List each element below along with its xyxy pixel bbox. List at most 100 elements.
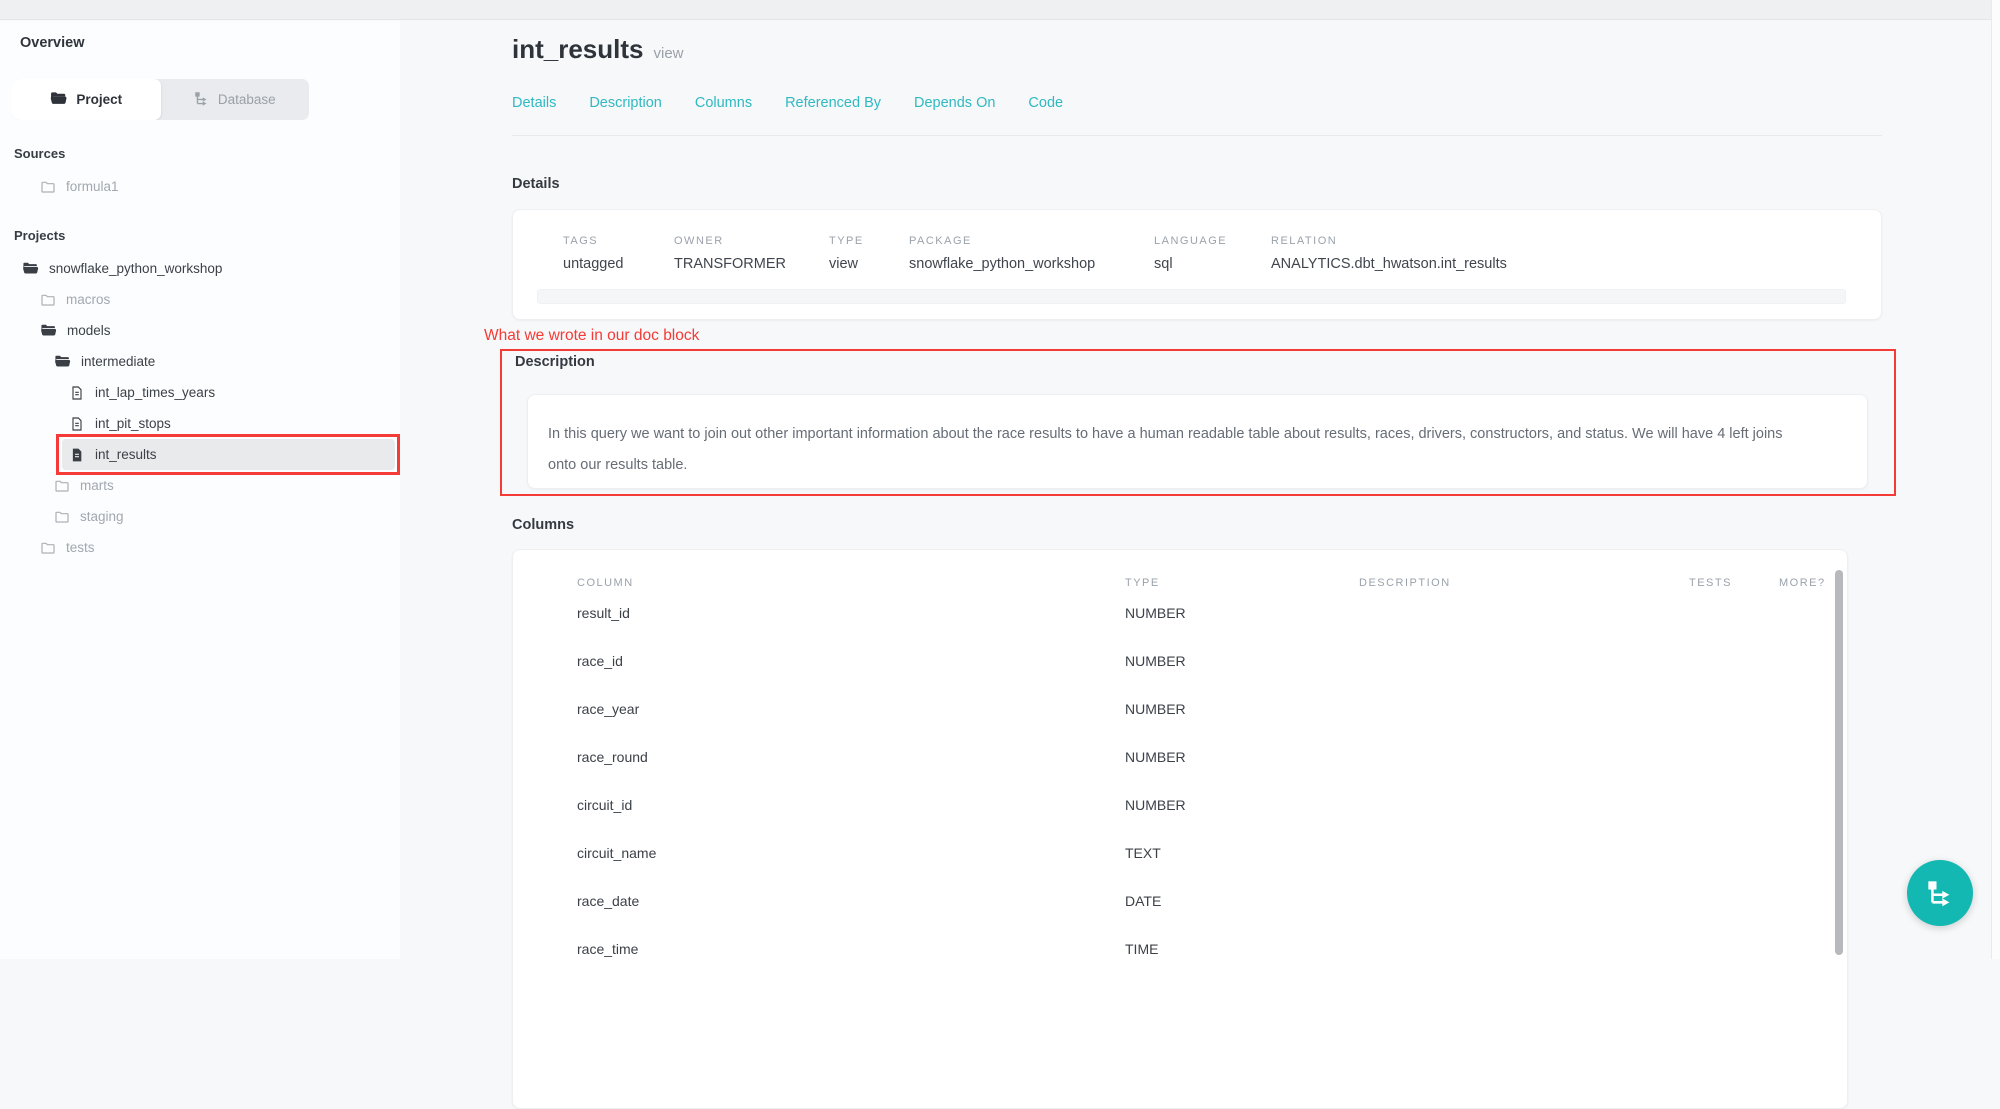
tree-item-label: int_lap_times_years: [95, 385, 215, 400]
nav-columns[interactable]: Columns: [695, 95, 752, 111]
folder-closed-icon: [40, 292, 56, 308]
field-label: PACKAGE: [909, 235, 1154, 247]
field-value: TRANSFORMER: [674, 256, 829, 272]
col-header-tests: TESTS: [1689, 577, 1779, 589]
col-header-column: COLUMN: [577, 577, 1125, 589]
field-value: snowflake_python_workshop: [909, 256, 1154, 272]
tree-item-label: marts: [80, 478, 114, 493]
page-title: int_results: [512, 34, 644, 65]
table-row[interactable]: race_round NUMBER: [513, 733, 1847, 781]
field-value: sql: [1154, 256, 1271, 272]
sidebar-item-marts[interactable]: marts: [12, 470, 388, 501]
nav-code[interactable]: Code: [1028, 95, 1063, 111]
col-header-description: DESCRIPTION: [1359, 577, 1689, 589]
column-type: TIME: [1125, 941, 1359, 957]
tab-project-label: Project: [76, 92, 122, 107]
sidebar-item-int_lap_times_years[interactable]: int_lap_times_years: [12, 377, 388, 408]
tree-item-label: macros: [66, 292, 110, 307]
sidebar-item-int_pit_stops[interactable]: int_pit_stops: [12, 408, 388, 439]
lineage-graph-button[interactable]: [1907, 860, 1973, 926]
tree-item-label: staging: [80, 509, 124, 524]
column-name: circuit_id: [577, 797, 1125, 813]
table-row[interactable]: result_id NUMBER: [513, 589, 1847, 637]
sidebar-item-macros[interactable]: macros: [12, 284, 388, 315]
tree-item-label: int_pit_stops: [95, 416, 171, 431]
top-band: [0, 0, 2000, 20]
description-card: In this query we want to join out other …: [527, 394, 1868, 489]
field-label: LANGUAGE: [1154, 235, 1271, 247]
table-row[interactable]: race_id NUMBER: [513, 637, 1847, 685]
sidebar: Overview Project Database Sources formul…: [0, 21, 400, 959]
columns-card: COLUMN TYPE DESCRIPTION TESTS MORE? resu…: [512, 549, 1848, 1109]
sidebar-view-toggle: Project Database: [12, 79, 309, 120]
nav-depends-on[interactable]: Depends On: [914, 95, 995, 111]
tab-database-label: Database: [218, 92, 276, 107]
section-nav: Details Description Columns Referenced B…: [512, 95, 1882, 136]
sidebar-item-int_results[interactable]: int_results: [62, 439, 395, 470]
folder-open-icon: [22, 260, 39, 277]
column-type: NUMBER: [1125, 653, 1359, 669]
folder-open-icon: [54, 353, 71, 370]
materialization-badge: view: [654, 45, 684, 62]
folder-open-icon: [50, 90, 67, 110]
tab-database[interactable]: Database: [161, 79, 310, 120]
annotation-box-description: Description In this query we want to joi…: [500, 349, 1896, 496]
field-label: RELATION: [1271, 235, 1881, 247]
document-icon: [69, 385, 85, 401]
tree-item-label: intermediate: [81, 354, 155, 369]
annotation-text: What we wrote in our doc block: [484, 327, 2000, 345]
field-value: untagged: [563, 256, 674, 272]
column-name: race_id: [577, 653, 1125, 669]
tree-item-label: models: [67, 323, 111, 338]
document-icon: [69, 416, 85, 432]
description-heading: Description: [515, 354, 1894, 370]
field-label: TAGS: [563, 235, 674, 247]
column-name: race_year: [577, 701, 1125, 717]
folder-closed-icon: [40, 540, 56, 556]
lineage-tree-icon: [1926, 879, 1954, 907]
nav-referenced-by[interactable]: Referenced By: [785, 95, 881, 111]
sidebar-item-tests[interactable]: tests: [12, 532, 388, 563]
field-value: ANALYTICS.dbt_hwatson.int_results: [1271, 256, 1881, 272]
sidebar-item-models[interactable]: models: [12, 315, 388, 346]
column-type: NUMBER: [1125, 797, 1359, 813]
column-type: NUMBER: [1125, 701, 1359, 717]
document-filled-icon: [69, 447, 85, 463]
column-type: NUMBER: [1125, 749, 1359, 765]
nav-description[interactable]: Description: [589, 95, 662, 111]
column-name: race_date: [577, 893, 1125, 909]
column-name: result_id: [577, 605, 1125, 621]
overview-heading: Overview: [12, 35, 388, 51]
table-row[interactable]: race_year NUMBER: [513, 685, 1847, 733]
sidebar-item-staging[interactable]: staging: [12, 501, 388, 532]
sources-heading: Sources: [14, 146, 388, 161]
table-row[interactable]: race_time TIME: [513, 925, 1847, 973]
folder-closed-icon: [54, 478, 70, 494]
tree-item-label: int_results: [95, 447, 157, 462]
column-type: DATE: [1125, 893, 1359, 909]
table-scrollbar[interactable]: [1835, 570, 1843, 955]
tree-item-label: snowflake_python_workshop: [49, 261, 222, 276]
field-value: view: [829, 256, 909, 272]
details-collapsed-bar: [537, 289, 1846, 304]
column-name: circuit_name: [577, 845, 1125, 861]
description-body: In this query we want to join out other …: [548, 419, 1807, 481]
sidebar-item-intermediate[interactable]: intermediate: [12, 346, 388, 377]
nav-details[interactable]: Details: [512, 95, 556, 111]
sidebar-item-snowflake_python_workshop[interactable]: snowflake_python_workshop: [12, 253, 388, 284]
table-row[interactable]: race_date DATE: [513, 877, 1847, 925]
page-scrollbar-track[interactable]: [1991, 0, 2000, 959]
columns-table-header: COLUMN TYPE DESCRIPTION TESTS MORE?: [513, 577, 1847, 589]
table-row[interactable]: circuit_id NUMBER: [513, 781, 1847, 829]
column-type: NUMBER: [1125, 605, 1359, 621]
tree-item-label: formula1: [66, 179, 119, 194]
column-type: TEXT: [1125, 845, 1359, 861]
sidebar-item-formula1[interactable]: formula1: [12, 171, 388, 202]
tab-project[interactable]: Project: [12, 79, 161, 120]
folder-open-icon: [40, 322, 57, 339]
columns-heading: Columns: [512, 517, 2000, 533]
main-content: int_results view Details Description Col…: [400, 21, 2000, 959]
details-card: TAGSuntagged OWNERTRANSFORMER TYPEview P…: [512, 209, 1882, 320]
column-name: race_round: [577, 749, 1125, 765]
table-row[interactable]: circuit_name TEXT: [513, 829, 1847, 877]
